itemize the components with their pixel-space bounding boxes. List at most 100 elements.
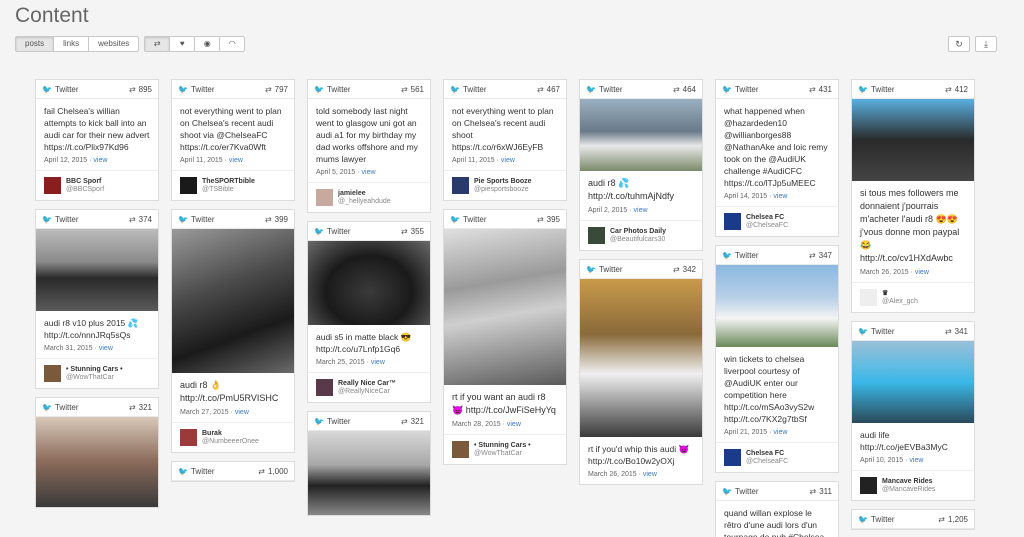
post-image[interactable] xyxy=(36,417,158,507)
author-handle: @WowThatCar xyxy=(66,373,114,381)
author-name: Mancave Rides xyxy=(882,477,933,485)
view-link[interactable]: view xyxy=(909,457,923,464)
refresh-button[interactable]: ↻ xyxy=(948,36,970,52)
author-handle: @BBCSporf xyxy=(66,185,105,193)
content-column: 🐦 Twitter ⇄ 467 not everything went to plan … xyxy=(443,79,567,473)
post-author[interactable]: Pie Sports Booze @piesportsbooze xyxy=(444,170,566,200)
view-link[interactable]: view xyxy=(634,207,648,214)
view-link[interactable]: view xyxy=(93,157,107,164)
view-link[interactable]: view xyxy=(362,169,376,176)
view-link[interactable]: view xyxy=(501,157,515,164)
post-date: April 5, 2015 · view xyxy=(316,169,376,176)
post-image[interactable] xyxy=(852,99,974,181)
post-author[interactable]: TheSPORTbible @TSBible xyxy=(172,170,294,200)
post-author[interactable]: Chelsea FC @ChelseaFC xyxy=(716,442,838,472)
post-card[interactable]: 🐦 Twitter ⇄ 341 audi life http://t.co/jeEVBa… xyxy=(851,321,975,501)
post-author[interactable]: Car Photos Daily @Beautifulcars30 xyxy=(580,220,702,250)
view-link[interactable]: view xyxy=(507,421,521,428)
network-label: 🐦 Twitter xyxy=(42,84,79,94)
post-date: April 14, 2015 · view xyxy=(724,193,788,200)
retweet-icon: ⇄ xyxy=(536,214,544,224)
retweet-icon: ⇄ xyxy=(258,466,265,476)
filter-links-button[interactable]: links xyxy=(53,36,90,52)
view-link[interactable]: view xyxy=(235,409,249,416)
post-text: audi r8 v10 plus 2015 💦 http://t.co/nnnJ… xyxy=(44,318,139,340)
view-link[interactable]: view xyxy=(99,345,113,352)
post-image[interactable] xyxy=(580,99,702,171)
download-button[interactable]: ⤓ xyxy=(975,36,997,52)
avatar xyxy=(180,177,197,194)
filter-posts-button[interactable]: posts xyxy=(15,36,55,52)
post-card[interactable]: 🐦 Twitter ⇄ 412 si tous mes followers me don… xyxy=(851,79,975,313)
post-card[interactable]: 🐦 Twitter ⇄ 561 told somebody last night wen… xyxy=(307,79,431,213)
post-image[interactable] xyxy=(308,241,430,325)
post-author[interactable]: BBC Sporf @BBCSporf xyxy=(36,170,158,200)
avatar xyxy=(316,379,333,396)
author-name: Car Photos Daily xyxy=(610,227,667,235)
post-date: March 26, 2015 · view xyxy=(588,471,657,478)
view-link[interactable]: view xyxy=(229,157,243,164)
post-author[interactable]: Really Nice Car™ @ReallyNiceCar xyxy=(308,372,430,402)
post-image[interactable] xyxy=(172,229,294,373)
post-card[interactable]: 🐦 Twitter ⇄ 1,000 xyxy=(171,461,295,482)
post-card[interactable]: 🐦 Twitter ⇄ 347 win tickets to chelsea liver… xyxy=(715,245,839,473)
post-author[interactable]: Chelsea FC @ChelseaFC xyxy=(716,206,838,236)
post-card[interactable]: 🐦 Twitter ⇄ 355 audi s5 in matte black 😎 htt… xyxy=(307,221,431,403)
post-card[interactable]: 🐦 Twitter ⇄ 431 what happened when @hazarded… xyxy=(715,79,839,237)
retweet-icon: ⇄ xyxy=(264,84,272,94)
post-card[interactable]: 🐦 Twitter ⇄ 399 audi r8 👌 http://t.co/PmU5RV… xyxy=(171,209,295,453)
wifi-filter-button[interactable]: ◠ xyxy=(219,36,246,52)
post-card[interactable]: 🐦 Twitter ⇄ 395 rt if you want an audi r8 😈 … xyxy=(443,209,567,465)
post-card[interactable]: 🐦 Twitter ⇄ 342 rt if you'd whip this audi 😈… xyxy=(579,259,703,485)
post-image[interactable] xyxy=(36,229,158,311)
author-handle: @_hellyeahdude xyxy=(338,197,391,205)
post-card[interactable]: 🐦 Twitter ⇄ 464 audi r8 💦 http://t.co/tuhmAj… xyxy=(579,79,703,251)
post-card[interactable]: 🐦 Twitter ⇄ 321 xyxy=(307,411,431,516)
post-card[interactable]: 🐦 Twitter ⇄ 895 fail Chelsea's willian attem… xyxy=(35,79,159,201)
view-link[interactable]: view xyxy=(915,269,929,276)
retweet-icon: ⇄ xyxy=(944,326,952,336)
retweet-count: ⇄ 342 xyxy=(672,264,696,274)
post-date: April 11, 2015 · view xyxy=(180,157,243,164)
view-link[interactable]: view xyxy=(371,359,385,366)
post-author[interactable]: Mancave Rides @MancaveRides xyxy=(852,470,974,500)
post-image[interactable] xyxy=(444,229,566,385)
post-author[interactable]: ♛ @Alex_gch xyxy=(852,282,974,312)
post-text: rt if you'd whip this audi 😈 http://t.co… xyxy=(588,444,690,466)
post-author[interactable]: Burak @NumbeeerOnee xyxy=(172,422,294,452)
network-label: 🐦 Twitter xyxy=(858,514,895,524)
post-author[interactable]: • Stunning Cars • @WowThatCar xyxy=(444,434,566,464)
post-image[interactable] xyxy=(580,279,702,437)
view-link[interactable]: view xyxy=(773,429,787,436)
heart-filter-button[interactable]: ♥ xyxy=(169,36,196,52)
post-date: April 12, 2015 · view xyxy=(44,157,108,164)
card-header: 🐦 Twitter ⇄ 355 xyxy=(308,222,430,241)
card-header: 🐦 Twitter ⇄ 342 xyxy=(580,260,702,279)
post-card[interactable]: 🐦 Twitter ⇄ 311 quand willan explose le rêtr… xyxy=(715,481,839,537)
post-date: March 27, 2015 · view xyxy=(180,409,249,416)
card-header: 🐦 Twitter ⇄ 321 xyxy=(308,412,430,431)
author-name: jamielee xyxy=(338,189,366,197)
twitter-icon: 🐦 xyxy=(178,466,188,476)
post-image[interactable] xyxy=(852,341,974,423)
filter-websites-button[interactable]: websites xyxy=(88,36,140,52)
post-card[interactable]: 🐦 Twitter ⇄ 374 audi r8 v10 plus 2015 💦 http… xyxy=(35,209,159,389)
view-link[interactable]: view xyxy=(773,193,787,200)
retweet-icon: ⇄ xyxy=(672,84,680,94)
twitter-icon: 🐦 xyxy=(314,84,324,94)
post-card[interactable]: 🐦 Twitter ⇄ 797 not everything went to plan … xyxy=(171,79,295,201)
retweet-filter-button[interactable]: ⇄ xyxy=(144,36,171,52)
eye-filter-button[interactable]: ◉ xyxy=(194,36,221,52)
network-label: 🐦 Twitter xyxy=(314,226,351,236)
post-card[interactable]: 🐦 Twitter ⇄ 467 not everything went to plan … xyxy=(443,79,567,201)
view-link[interactable]: view xyxy=(643,471,657,478)
post-image[interactable] xyxy=(308,431,430,515)
post-author[interactable]: jamielee @_hellyeahdude xyxy=(308,182,430,212)
network-label: 🐦 Twitter xyxy=(450,214,487,224)
post-card[interactable]: 🐦 Twitter ⇄ 1,205 xyxy=(851,509,975,530)
post-card[interactable]: 🐦 Twitter ⇄ 321 xyxy=(35,397,159,508)
post-author[interactable]: • Stunning Cars • @WowThatCar xyxy=(36,358,158,388)
post-date: April 2, 2015 · view xyxy=(588,207,648,214)
post-image[interactable] xyxy=(716,265,838,347)
eye-icon: ◉ xyxy=(203,39,211,48)
